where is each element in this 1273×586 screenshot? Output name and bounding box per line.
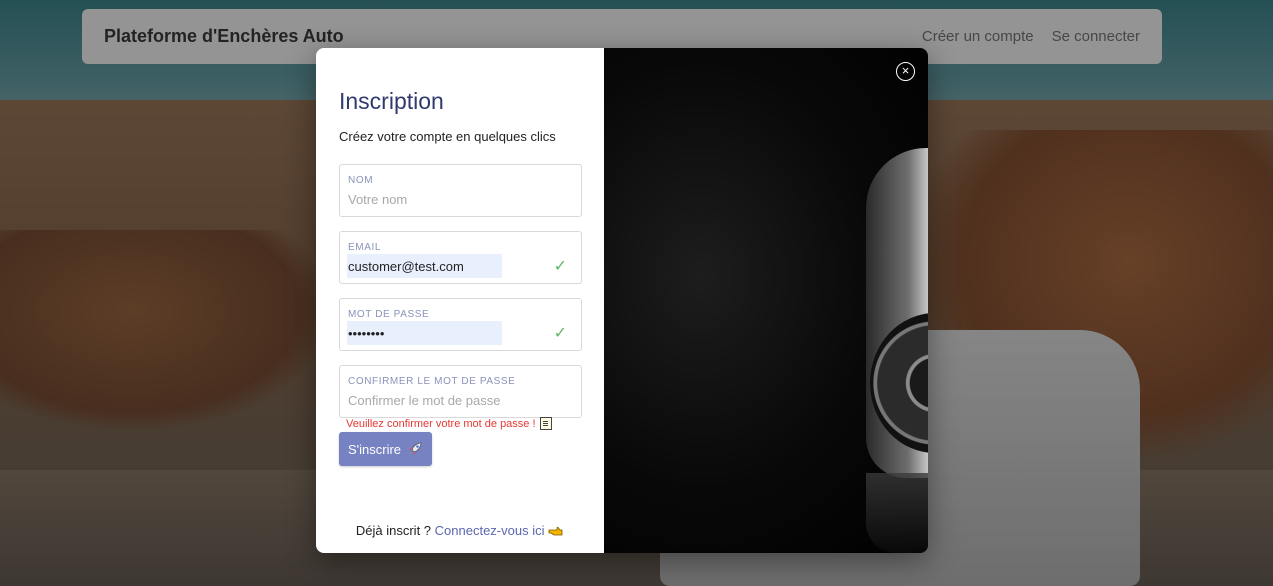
register-modal: Inscription Créez votre compte en quelqu…: [316, 48, 928, 553]
car-image-pane: ×: [604, 48, 928, 553]
check-icon: ✓: [553, 258, 567, 275]
modal-subtitle: Créez votre compte en quelques clics: [339, 129, 556, 144]
rocket-icon: [409, 442, 422, 455]
confirm-password-field: CONFIRMER LE MOT DE PASSE: [339, 365, 582, 418]
password-field: MOT DE PASSE ✓: [339, 298, 582, 351]
pointing-hand-icon: [548, 526, 563, 536]
email-input[interactable]: [347, 254, 502, 278]
close-icon[interactable]: ×: [896, 62, 915, 81]
register-button-label: S'inscrire: [347, 441, 402, 457]
error-text: Veuillez confirmer votre mot de passe !: [346, 417, 536, 430]
email-field-label: EMAIL: [348, 242, 382, 253]
name-input[interactable]: [347, 187, 502, 211]
password-field-label: MOT DE PASSE: [348, 309, 430, 320]
name-field: NOM: [339, 164, 582, 217]
confirm-password-input[interactable]: [347, 388, 502, 412]
login-prompt-text: Déjà inscrit ?: [355, 523, 432, 538]
register-button[interactable]: S'inscrire: [339, 432, 432, 466]
car-reflection: [866, 473, 928, 553]
confirm-password-error: Veuillez confirmer votre mot de passe !: [346, 417, 552, 430]
login-link[interactable]: Connectez-vous ici: [435, 523, 545, 538]
note-icon: [539, 417, 552, 430]
modal-title: Inscription: [339, 88, 444, 114]
check-icon: ✓: [553, 325, 567, 342]
name-field-label: NOM: [348, 175, 374, 186]
register-form-pane: Inscription Créez votre compte en quelqu…: [316, 48, 604, 553]
password-input[interactable]: [347, 321, 502, 345]
email-field: EMAIL ✓: [339, 231, 582, 284]
login-prompt: Déjà inscrit ? Connectez-vous ici: [316, 523, 604, 538]
confirm-password-field-label: CONFIRMER LE MOT DE PASSE: [348, 376, 516, 387]
